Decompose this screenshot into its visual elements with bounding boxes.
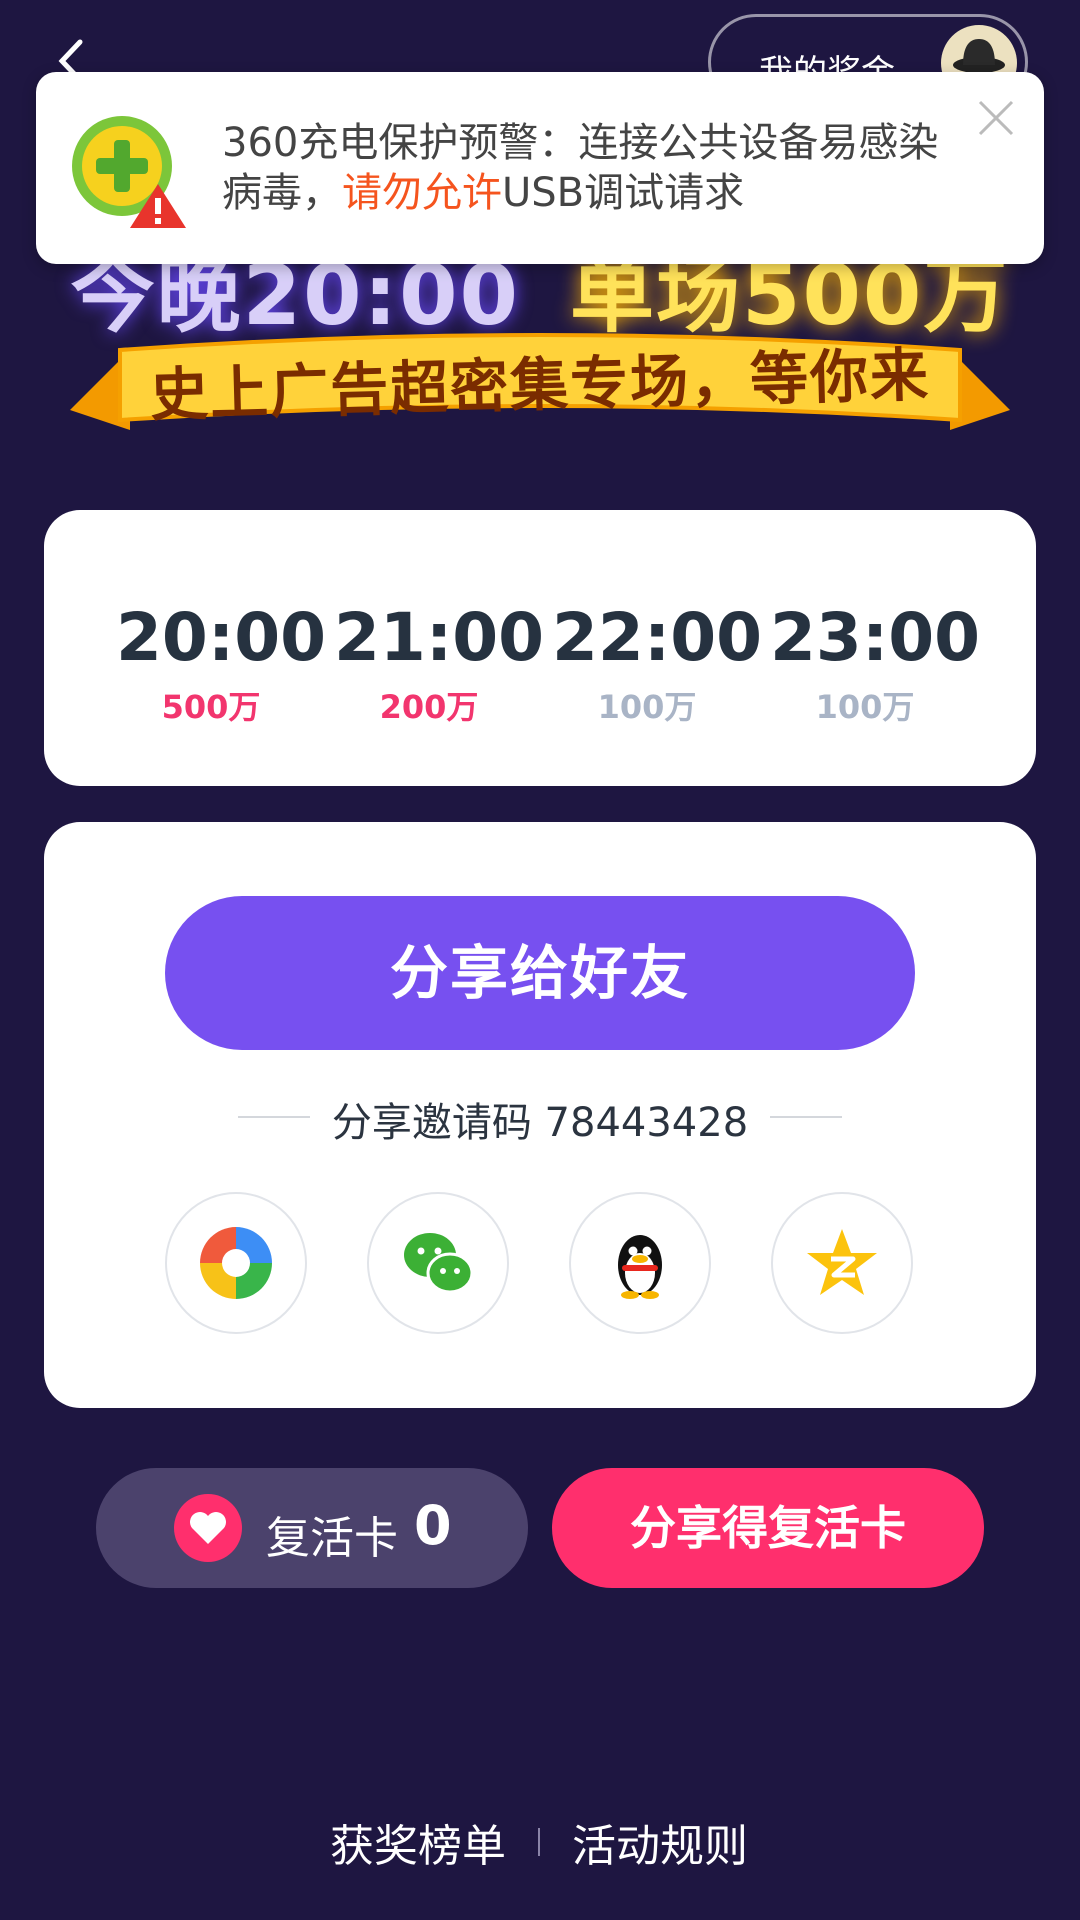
schedule-slot: 20:00 500万 xyxy=(116,599,327,728)
revive-card-count: 0 xyxy=(414,1494,452,1557)
footer-links: 获奖榜单 活动规则 xyxy=(0,1810,1080,1880)
slot-time: 22:00 xyxy=(552,599,763,676)
notification-text-highlight: 请勿允许 xyxy=(342,170,502,216)
slot-time: 20:00 xyxy=(116,599,327,676)
divider xyxy=(770,1116,842,1118)
slot-prize: 100万 xyxy=(597,688,697,726)
footer-divider xyxy=(538,1828,540,1856)
slot-prize: 100万 xyxy=(815,688,915,726)
moments-icon xyxy=(200,1227,272,1299)
share-qq-button[interactable] xyxy=(569,1192,711,1334)
slot-time: 21:00 xyxy=(334,599,545,676)
rules-link[interactable]: 活动规则 xyxy=(572,1810,748,1874)
share-moments-button[interactable] xyxy=(165,1192,307,1334)
schedule-card: 20:00 500万 21:00 200万 22:00 100万 23:00 1… xyxy=(44,510,1036,786)
qzone-icon xyxy=(807,1229,877,1295)
leaderboard-link[interactable]: 获奖榜单 xyxy=(330,1810,506,1874)
slot-prize: 500万 xyxy=(161,688,261,726)
notification-text-tail: USB调试请求 xyxy=(502,170,745,216)
security-shield-icon xyxy=(72,116,186,228)
share-get-revive-button[interactable]: 分享得复活卡 xyxy=(552,1468,984,1588)
heart-badge xyxy=(174,1494,242,1562)
schedule-slot: 23:00 100万 xyxy=(770,599,981,728)
schedule-slot: 21:00 200万 xyxy=(334,599,545,728)
share-to-friends-button[interactable]: 分享给好友 xyxy=(165,896,915,1050)
close-icon[interactable] xyxy=(974,96,1018,140)
notification-text: 360充电保护预警：连接公共设备易感染病毒，请勿允许USB调试请求 xyxy=(222,118,962,218)
share-qzone-button[interactable] xyxy=(771,1192,913,1334)
slot-time: 23:00 xyxy=(770,599,981,676)
slot-prize: 200万 xyxy=(379,688,479,726)
revive-card-label: 复活卡 xyxy=(266,1513,398,1564)
heart-icon xyxy=(190,1512,226,1544)
security-notification[interactable]: 360充电保护预警：连接公共设备易感染病毒，请勿允许USB调试请求 xyxy=(36,72,1044,264)
wechat-icon xyxy=(404,1233,474,1294)
qq-icon xyxy=(618,1235,662,1299)
share-wechat-button[interactable] xyxy=(367,1192,509,1334)
invite-code-text: 分享邀请码 78443428 xyxy=(331,1100,749,1146)
revive-card-counter[interactable]: 复活卡 0 xyxy=(96,1468,528,1588)
share-card: 分享给好友 分享邀请码 78443428 xyxy=(44,822,1036,1408)
schedule-slot: 22:00 100万 xyxy=(552,599,763,728)
